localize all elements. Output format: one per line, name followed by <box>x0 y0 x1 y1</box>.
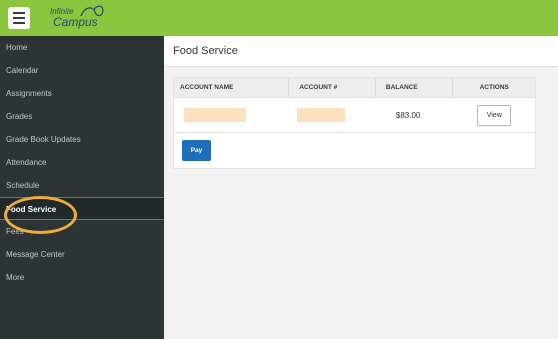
column-header-account-name: ACCOUNT NAME <box>174 78 290 97</box>
food-service-accounts-card: ACCOUNT NAME ACCOUNT # BALANCE ACTIONS $… <box>173 77 536 169</box>
pay-area: Pay <box>174 133 535 168</box>
sidebar-item-fees[interactable]: Fees <box>0 220 164 243</box>
logo-swirl-icon <box>80 5 104 17</box>
account-number-cell <box>289 98 376 133</box>
column-header-account-number: ACCOUNT # <box>289 78 376 97</box>
balance-value: $83.00 <box>395 110 421 120</box>
sidebar-item-assignments[interactable]: Assignments <box>0 82 164 105</box>
sidebar-item-message-center[interactable]: Message Center <box>0 243 164 266</box>
sidebar-item-more[interactable]: More <box>0 266 164 289</box>
redacted-account-number <box>297 108 346 122</box>
infinite-campus-logo[interactable]: Infinite Campus <box>37 4 117 32</box>
actions-cell: View <box>453 98 535 133</box>
hamburger-menu-icon[interactable] <box>8 7 30 29</box>
sidebar-item-grade-book-updates[interactable]: Grade Book Updates <box>0 128 164 151</box>
balance-cell: $83.00 <box>376 98 454 133</box>
top-bar: Infinite Campus <box>0 0 558 36</box>
sidebar-item-home[interactable]: Home <box>0 36 164 59</box>
sidebar-item-food-service[interactable]: Food Service <box>0 197 164 220</box>
main-content: Food Service ACCOUNT NAME ACCOUNT # BALA… <box>164 36 558 339</box>
column-header-balance: BALANCE <box>376 78 454 97</box>
page-title: Food Service <box>164 36 558 67</box>
sidebar-nav: Home Calendar Assignments Grades Grade B… <box>0 36 164 339</box>
account-name-cell <box>174 98 289 133</box>
view-button[interactable]: View <box>477 104 512 126</box>
column-header-actions: ACTIONS <box>479 84 509 91</box>
sidebar-item-schedule[interactable]: Schedule <box>0 174 164 197</box>
sidebar-item-calendar[interactable]: Calendar <box>0 59 164 82</box>
table-header: ACCOUNT NAME ACCOUNT # BALANCE ACTIONS <box>174 78 535 98</box>
pay-button[interactable]: Pay <box>182 140 211 161</box>
sidebar-item-grades[interactable]: Grades <box>0 105 164 128</box>
redacted-account-name <box>184 108 246 122</box>
sidebar-item-attendance[interactable]: Attendance <box>0 151 164 174</box>
table-row: $83.00 View <box>174 98 535 133</box>
